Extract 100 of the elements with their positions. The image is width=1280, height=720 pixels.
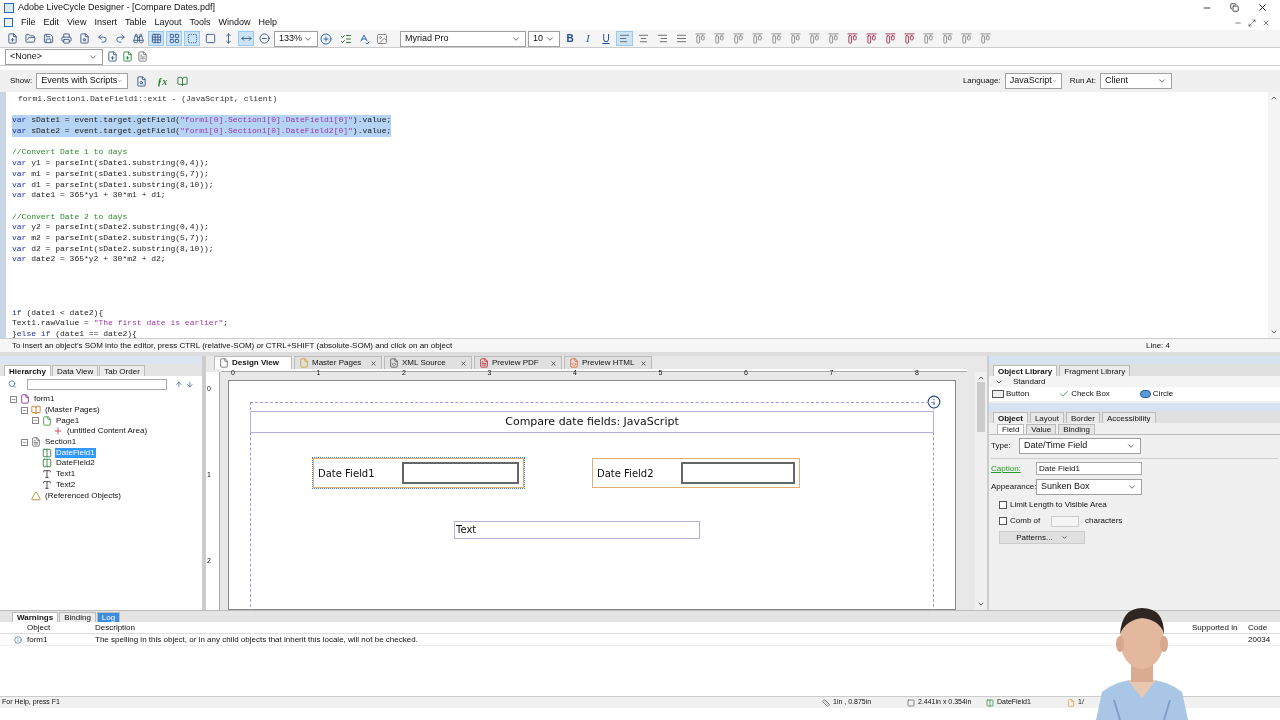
menu-item[interactable]: Tools <box>189 15 211 30</box>
toolbar-button[interactable] <box>863 31 880 46</box>
menu-item[interactable]: Layout <box>154 15 182 30</box>
scripts-icon[interactable] <box>136 75 148 87</box>
comb-count-field[interactable] <box>1051 515 1079 527</box>
panel-tab[interactable]: Binding <box>59 612 96 622</box>
restore-icon[interactable] <box>1230 3 1239 12</box>
format-button[interactable]: I <box>580 31 596 46</box>
toolbar-button[interactable] <box>920 31 937 46</box>
menu-item[interactable]: Help <box>258 15 277 30</box>
tree-item[interactable]: Text1 <box>55 469 77 480</box>
sub-tab[interactable]: Value <box>1026 424 1057 434</box>
search-field[interactable] <box>26 378 167 390</box>
scroll-thumb[interactable] <box>977 382 985 432</box>
menu-item[interactable]: Edit <box>43 15 60 30</box>
close-tab-icon[interactable] <box>640 359 647 367</box>
expander-icon[interactable] <box>21 406 28 414</box>
expander-icon[interactable] <box>10 395 17 403</box>
panel-tab[interactable]: Tab Order <box>99 365 145 376</box>
view-tab[interactable]: Preview PDF <box>474 356 562 369</box>
zoom-dropdown[interactable]: 133% <box>274 30 318 47</box>
image-icon[interactable] <box>376 32 388 45</box>
view-tab[interactable]: Preview HTML <box>564 356 652 369</box>
close-tab-icon[interactable] <box>550 359 557 367</box>
type-dropdown[interactable]: Date/Time Field <box>1019 438 1141 454</box>
toolbar-button[interactable] <box>711 31 728 46</box>
scroll-down-icon[interactable] <box>1270 328 1278 336</box>
toolbar-button[interactable] <box>977 31 994 46</box>
toolbar-button[interactable] <box>768 31 785 46</box>
scroll-up-icon[interactable] <box>1270 94 1278 102</box>
library-item[interactable]: Button <box>1006 388 1030 400</box>
panel-tab[interactable]: Warnings <box>12 612 59 622</box>
format-button[interactable]: U <box>598 31 614 46</box>
tree-item[interactable]: Text2 <box>55 479 77 490</box>
style-icon[interactable] <box>137 51 148 62</box>
sub-tab[interactable]: Field <box>997 424 1025 434</box>
view-tab[interactable]: XML Source <box>384 356 472 369</box>
menu-item[interactable]: Table <box>124 15 147 30</box>
language-dropdown[interactable]: JavaScript <box>1004 73 1062 89</box>
expander-icon[interactable] <box>21 438 28 446</box>
tree-item[interactable]: (Master Pages) <box>44 405 101 416</box>
checklist-icon[interactable] <box>340 32 352 45</box>
date-field[interactable]: Date Field2 <box>592 458 800 488</box>
expander-icon[interactable] <box>32 417 39 425</box>
toolbar-button[interactable] <box>844 31 861 46</box>
toolbar-button[interactable] <box>749 31 766 46</box>
toolbar-button[interactable] <box>825 31 842 46</box>
toolbar-button[interactable] <box>166 31 182 46</box>
info-icon[interactable] <box>927 395 941 409</box>
zoom-in-icon[interactable] <box>320 32 332 45</box>
toolbar-button[interactable] <box>130 31 146 46</box>
date-input-box[interactable] <box>402 462 519 484</box>
toolbar-button[interactable] <box>256 31 272 46</box>
toolbar-button[interactable] <box>806 31 823 46</box>
run-at-dropdown[interactable]: Client <box>1100 73 1172 89</box>
tree-item[interactable]: form1 <box>33 394 56 405</box>
toolbar-button[interactable] <box>730 31 747 46</box>
caption-field[interactable]: Date Field1 <box>1036 462 1142 475</box>
toolbar-button[interactable] <box>958 31 975 46</box>
toolbar-button[interactable] <box>184 31 200 46</box>
panel-tab[interactable]: Border <box>1065 412 1100 423</box>
sub-tab[interactable]: Binding <box>1058 424 1095 434</box>
restore-icon[interactable] <box>1248 18 1256 27</box>
panel-tab[interactable]: Accessibility <box>1101 412 1156 423</box>
tree-item[interactable]: Page1 <box>55 415 81 426</box>
toolbar-button[interactable] <box>22 31 38 46</box>
function-button[interactable]: ƒx <box>157 73 168 89</box>
scrollbar[interactable] <box>975 372 987 610</box>
style-dropdown[interactable]: <None> <box>5 48 103 65</box>
view-tab[interactable]: Design View <box>214 356 292 369</box>
show-dropdown[interactable]: Events with Scripts <box>36 73 129 89</box>
close-icon[interactable] <box>1257 2 1268 13</box>
book-icon[interactable] <box>177 75 189 87</box>
appearance-dropdown[interactable]: Sunken Box <box>1036 479 1142 495</box>
checkbox[interactable] <box>999 501 1007 509</box>
scroll-up-icon[interactable] <box>977 374 985 382</box>
search-icon[interactable] <box>8 379 17 389</box>
scroll-down-icon[interactable] <box>977 600 985 608</box>
toolbar-button[interactable] <box>692 31 709 46</box>
menu-item[interactable]: Window <box>218 15 251 30</box>
tree-item[interactable]: Section1 <box>44 437 78 448</box>
spell-check-icon[interactable] <box>358 32 370 45</box>
view-tab[interactable]: Master Pages <box>294 356 382 369</box>
date-input-box[interactable] <box>681 462 795 484</box>
down-arrow-icon[interactable] <box>186 379 194 389</box>
menu-item[interactable]: File <box>21 15 36 30</box>
format-button[interactable]: B <box>562 31 578 46</box>
close-tab-icon[interactable] <box>370 359 377 367</box>
scrollbar[interactable] <box>1268 92 1280 338</box>
toolbar-button[interactable] <box>882 31 899 46</box>
tree-item[interactable]: (untitled Content Area) <box>66 426 149 437</box>
up-arrow-icon[interactable] <box>174 379 183 389</box>
close-tab-icon[interactable] <box>460 359 467 367</box>
toolbar-button[interactable] <box>616 31 633 46</box>
add-style-icon[interactable] <box>122 51 133 62</box>
menu-item[interactable]: View <box>67 15 87 30</box>
panel-tab[interactable]: Layout <box>1029 412 1064 423</box>
toolbar-button[interactable] <box>148 31 164 46</box>
patterns-button[interactable]: Patterns... <box>999 531 1085 544</box>
toolbar-button[interactable] <box>58 31 74 46</box>
